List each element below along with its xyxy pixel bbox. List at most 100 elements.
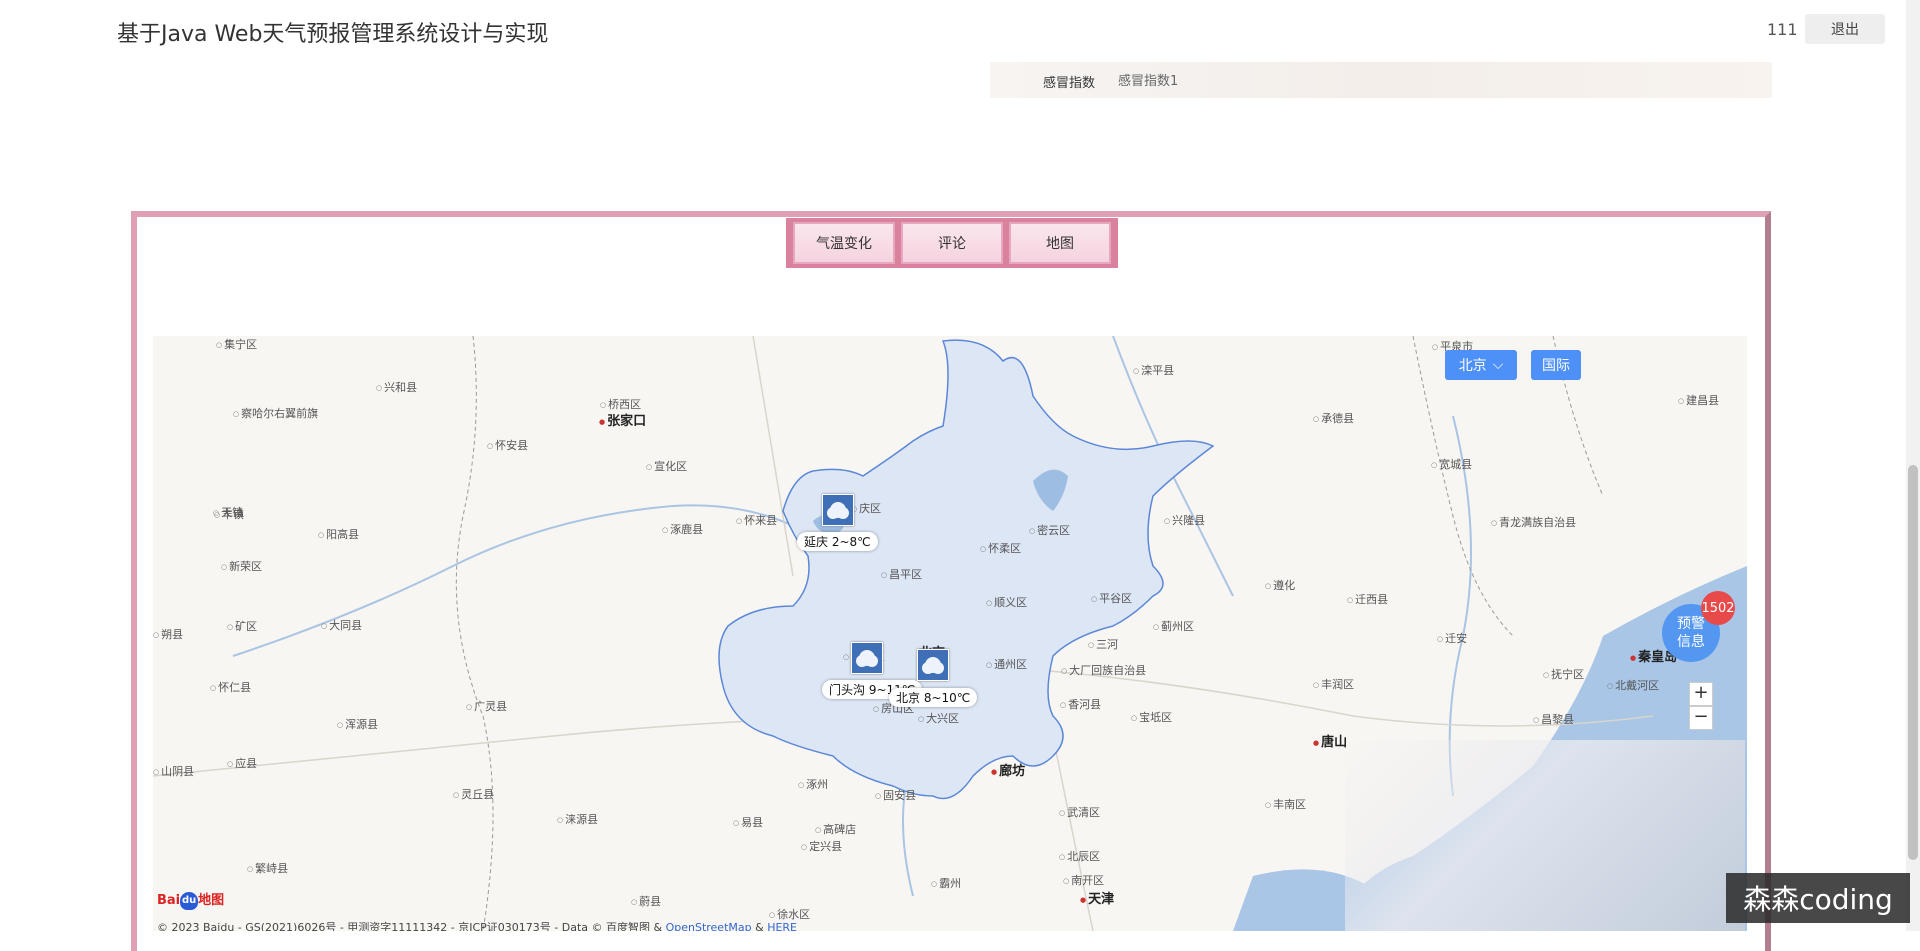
map-place-label: 昌平区 bbox=[881, 566, 922, 582]
weather-label-beijing: 北京 8~10℃ bbox=[889, 688, 978, 707]
header: 基于Java Web天气预报管理系统设计与实现 111 退出 bbox=[0, 0, 1920, 64]
map-place-label: 迁安 bbox=[1437, 630, 1467, 646]
map-place-label: 朔县 bbox=[153, 626, 183, 642]
cloud-weather-icon[interactable] bbox=[917, 649, 949, 681]
map-place-label: 廊坊 bbox=[991, 760, 1025, 779]
map-place-label: 宝坻区 bbox=[1131, 709, 1172, 725]
map-place-label: 矿区 bbox=[227, 618, 257, 634]
map-place-label: 涿鹿县 bbox=[662, 521, 703, 537]
warning-label-1: 预警 bbox=[1677, 616, 1705, 632]
map-place-label: 昌黎县 bbox=[1533, 711, 1574, 727]
map-place-label: 定兴县 bbox=[801, 838, 842, 854]
map-place-label: 大同县 bbox=[321, 617, 362, 633]
map-place-label: 察哈尔右翼前旗 bbox=[233, 405, 318, 421]
map-place-label: 涞源县 bbox=[557, 811, 598, 827]
map-place-label: 怀安县 bbox=[487, 437, 528, 453]
city-select[interactable]: 北京 ⌵ bbox=[1445, 350, 1517, 380]
map-place-label: 丰南区 bbox=[1265, 796, 1306, 812]
here-link[interactable]: HERE bbox=[767, 921, 797, 931]
map-place-label: 怀柔区 bbox=[980, 540, 1021, 556]
weather-label-yanqing: 延庆 2~8℃ bbox=[797, 532, 878, 551]
map-place-label: 集宁区 bbox=[216, 336, 257, 352]
map-place-label: 浑源县 bbox=[337, 716, 378, 732]
map-place-label: 涿州 bbox=[798, 776, 828, 792]
city-select-value: 北京 bbox=[1458, 358, 1487, 374]
map-place-label: 迁西县 bbox=[1347, 591, 1388, 607]
map-place-label: 兴和县 bbox=[376, 379, 417, 395]
map-place-label: 抚宁区 bbox=[1543, 666, 1584, 682]
map-place-label: 灵丘县 bbox=[453, 786, 494, 802]
map-place-label: 丰润区 bbox=[1313, 676, 1354, 692]
openstreetmap-link[interactable]: OpenStreetMap bbox=[666, 921, 752, 931]
zoom-in-button[interactable]: + bbox=[1689, 682, 1713, 706]
map-place-label: 大兴区 bbox=[918, 710, 959, 726]
map-place-label: 密云区 bbox=[1029, 522, 1070, 538]
map-place-label: 武清区 bbox=[1059, 804, 1100, 820]
map-place-label: 南开区 bbox=[1063, 872, 1104, 888]
map-place-label: 兴隆县 bbox=[1164, 512, 1205, 528]
map-place-label: 建昌县 bbox=[1678, 392, 1719, 408]
map-place-label: 香河县 bbox=[1060, 696, 1101, 712]
tab-comments[interactable]: 评论 bbox=[901, 222, 1003, 264]
tab-map[interactable]: 地图 bbox=[1009, 222, 1111, 264]
map-place-label: 天津 bbox=[1080, 888, 1114, 907]
map-place-label: 宽城县 bbox=[1431, 456, 1472, 472]
map-place-label: 承德县 bbox=[1313, 410, 1354, 426]
map-place-label: 北辰区 bbox=[1059, 848, 1100, 864]
map-place-label: 新荣区 bbox=[221, 558, 262, 574]
map-place-label: 霸州 bbox=[931, 875, 961, 891]
map-place-label: 青龙满族自治县 bbox=[1491, 514, 1576, 530]
warning-label-2: 信息 bbox=[1677, 634, 1705, 650]
map-place-label: 遵化 bbox=[1265, 577, 1295, 593]
user-name: 111 bbox=[1767, 20, 1798, 39]
zoom-out-button[interactable]: − bbox=[1689, 706, 1713, 730]
app-title: 基于Java Web天气预报管理系统设计与实现 bbox=[117, 22, 549, 47]
map-place-label: 大厂回族自治县 bbox=[1061, 662, 1146, 678]
flu-index-label: 感冒指数 bbox=[1043, 76, 1096, 91]
map-place-label: 平谷区 bbox=[1091, 590, 1132, 606]
map-place-label: 怀来县 bbox=[736, 512, 777, 528]
map-place-label: 蔚县 bbox=[631, 893, 661, 909]
province-border bbox=[455, 336, 494, 931]
map-place-label: 通州区 bbox=[986, 656, 1027, 672]
tab-temperature-trend[interactable]: 气温变化 bbox=[793, 222, 895, 264]
map-place-label: 天镇 bbox=[213, 504, 243, 520]
road bbox=[752, 336, 794, 577]
beijing-region bbox=[718, 339, 1215, 800]
blurred-region bbox=[1345, 740, 1745, 931]
map-place-label: 山阴县 bbox=[153, 763, 194, 779]
scrollbar-thumb[interactable] bbox=[1908, 465, 1918, 860]
cloud-weather-icon[interactable] bbox=[851, 642, 883, 674]
map-place-label: 繁峙县 bbox=[247, 860, 288, 876]
cloud-weather-icon[interactable] bbox=[822, 494, 854, 526]
map-place-label: 固安县 bbox=[875, 787, 916, 803]
map-place-label: 宣化区 bbox=[646, 458, 687, 474]
page-scrollbar[interactable] bbox=[1906, 0, 1920, 931]
map-place-label: 高碑店 bbox=[815, 821, 856, 837]
map-place-label: 应县 bbox=[227, 755, 257, 771]
map-place-label: 庆区 bbox=[851, 500, 881, 516]
chevron-down-icon: ⌵ bbox=[1492, 357, 1504, 373]
map-place-label: 北戴河区 bbox=[1607, 677, 1659, 693]
baidu-paw-icon: du bbox=[180, 891, 199, 910]
map-place-label: 三河 bbox=[1088, 636, 1118, 652]
international-button[interactable]: 国际 bbox=[1531, 350, 1581, 380]
logout-button[interactable]: 退出 bbox=[1805, 14, 1885, 44]
map-place-label: 阳高县 bbox=[318, 526, 359, 542]
map-copyright: © 2023 Baidu - GS(2021)6026号 - 甲测资字11111… bbox=[157, 919, 797, 931]
watermark: 森森coding bbox=[1726, 873, 1910, 923]
map-place-label: 顺义区 bbox=[986, 594, 1027, 610]
map-place-label: 易县 bbox=[733, 814, 763, 830]
flu-index-value: 感冒指数1 bbox=[1118, 74, 1179, 89]
map-place-label: 唐山 bbox=[1313, 731, 1347, 750]
map-place-label: 广灵县 bbox=[466, 698, 507, 714]
warning-count-badge: 1502 bbox=[1701, 591, 1735, 625]
map-place-label: 滦平县 bbox=[1133, 362, 1174, 378]
map-place-label: 怀仁县 bbox=[210, 679, 251, 695]
flu-index-panel: 感冒指数 感冒指数1 bbox=[990, 62, 1772, 98]
tab-bar: 气温变化 评论 地图 bbox=[786, 218, 1118, 268]
river bbox=[1448, 415, 1472, 797]
map-place-label: 蓟州区 bbox=[1153, 618, 1194, 634]
map-place-label: 张家口 bbox=[599, 410, 646, 429]
province-border bbox=[1412, 336, 1514, 637]
